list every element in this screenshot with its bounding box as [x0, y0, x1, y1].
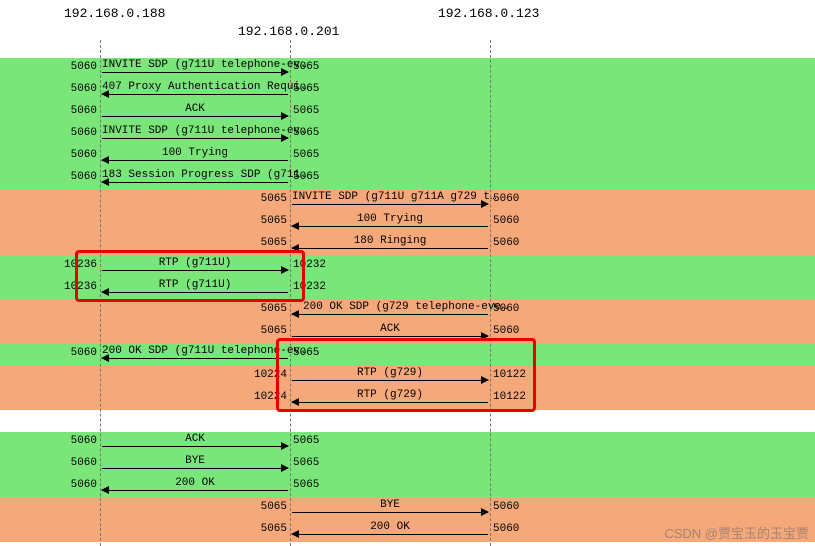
message-label: 200 OK — [102, 477, 288, 489]
sip-message: 50605065INVITE SDP (g711U telephone-ev… — [0, 58, 815, 80]
port-right: 5060 — [493, 237, 519, 249]
sip-message: 5060 5065 100 Trying — [0, 146, 815, 168]
message-label: 100 Trying — [292, 213, 488, 225]
arrow-line — [102, 94, 288, 95]
sip-message: 5060 5065 ACK — [0, 102, 815, 124]
host-ip-1: 192.168.0.188 — [64, 6, 165, 21]
port-left: 5060 — [71, 127, 97, 139]
port-left: 5065 — [261, 215, 287, 227]
port-left: 5060 — [71, 61, 97, 73]
message-label: 100 Trying — [102, 147, 288, 159]
sip-message: 5065 5060 INVITE SDP (g711U g711A g729 t… — [0, 190, 815, 212]
message-label: INVITE SDP (g711U telephone-ev… — [102, 125, 288, 137]
highlight-box — [75, 250, 305, 302]
sip-message: 50605065407 Proxy Authentication Requi… — [0, 80, 815, 102]
sip-message: 50605065183 Session Progress SDP (g711… — [0, 168, 815, 190]
port-right: 5065 — [293, 149, 319, 161]
arrow-line — [102, 116, 288, 117]
port-right: 5060 — [493, 523, 519, 535]
port-left: 5065 — [261, 501, 287, 513]
host-ip-3: 192.168.0.123 — [438, 6, 539, 21]
message-label: 200 OK — [292, 521, 488, 533]
message-label: BYE — [102, 455, 288, 467]
port-left: 5065 — [261, 523, 287, 535]
port-left: 5060 — [71, 457, 97, 469]
arrow-line — [292, 336, 488, 337]
port-right: 5065 — [293, 457, 319, 469]
port-left: 5060 — [71, 435, 97, 447]
arrow-line — [102, 490, 288, 491]
message-label: 200 OK SDP (g711U telephone-ev… — [102, 345, 288, 357]
arrow-line — [292, 512, 488, 513]
port-right: 5060 — [493, 501, 519, 513]
message-label: ACK — [102, 433, 288, 445]
arrow-line — [102, 358, 288, 359]
arrow-line — [102, 138, 288, 139]
arrow-line — [102, 160, 288, 161]
port-left: 5065 — [261, 303, 287, 315]
arrow-line — [292, 248, 488, 249]
message-label: BYE — [292, 499, 488, 511]
arrow-line — [102, 72, 288, 73]
port-left: 5065 — [261, 193, 287, 205]
port-right: 5060 — [493, 325, 519, 337]
arrow-line — [292, 226, 488, 227]
arrow-line — [102, 446, 288, 447]
port-left: 5065 — [261, 237, 287, 249]
message-label: 200 OK SDP (g729 telephone-eve… — [303, 301, 499, 313]
port-right: 5065 — [293, 105, 319, 117]
port-right: 5060 — [493, 215, 519, 227]
sip-message: 50655060200 OK SDP (g729 telephone-eve… — [0, 300, 815, 322]
arrow-line — [292, 534, 488, 535]
arrow-line — [292, 204, 488, 205]
port-right: 5060 — [493, 193, 519, 205]
message-label: INVITE SDP (g711U telephone-ev… — [102, 59, 288, 71]
sip-message: 5060 5065 ACK — [0, 432, 815, 454]
message-label: 180 Ringing — [292, 235, 488, 247]
port-left: 5060 — [71, 479, 97, 491]
message-label: 183 Session Progress SDP (g711… — [102, 169, 288, 181]
port-left: 5060 — [71, 347, 97, 359]
port-left: 5060 — [71, 149, 97, 161]
message-label: ACK — [102, 103, 288, 115]
sip-message: 50605065INVITE SDP (g711U telephone-ev… — [0, 124, 815, 146]
message-label: 407 Proxy Authentication Requi… — [102, 81, 288, 93]
message-label: ACK — [292, 323, 488, 335]
highlight-box — [276, 338, 536, 412]
sip-message: 5065 5060 BYE — [0, 498, 815, 520]
port-right: 5065 — [293, 435, 319, 447]
port-left: 5065 — [261, 325, 287, 337]
watermark: CSDN @贾宝玉的玉宝贾 — [664, 523, 809, 542]
port-left: 5060 — [71, 171, 97, 183]
port-right: 5065 — [293, 479, 319, 491]
sip-message: 5065 5060 100 Trying — [0, 212, 815, 234]
message-label: INVITE SDP (g711U g711A g729 t… — [292, 191, 488, 203]
arrow-line — [292, 314, 488, 315]
host-ip-2: 192.168.0.201 — [238, 24, 339, 39]
sip-message: 5060 5065 BYE — [0, 454, 815, 476]
arrow-line — [102, 468, 288, 469]
arrow-head-icon — [291, 310, 299, 318]
port-left: 5060 — [71, 105, 97, 117]
arrow-line — [102, 182, 288, 183]
sip-message: 5060 5065 200 OK — [0, 476, 815, 498]
port-left: 5060 — [71, 83, 97, 95]
